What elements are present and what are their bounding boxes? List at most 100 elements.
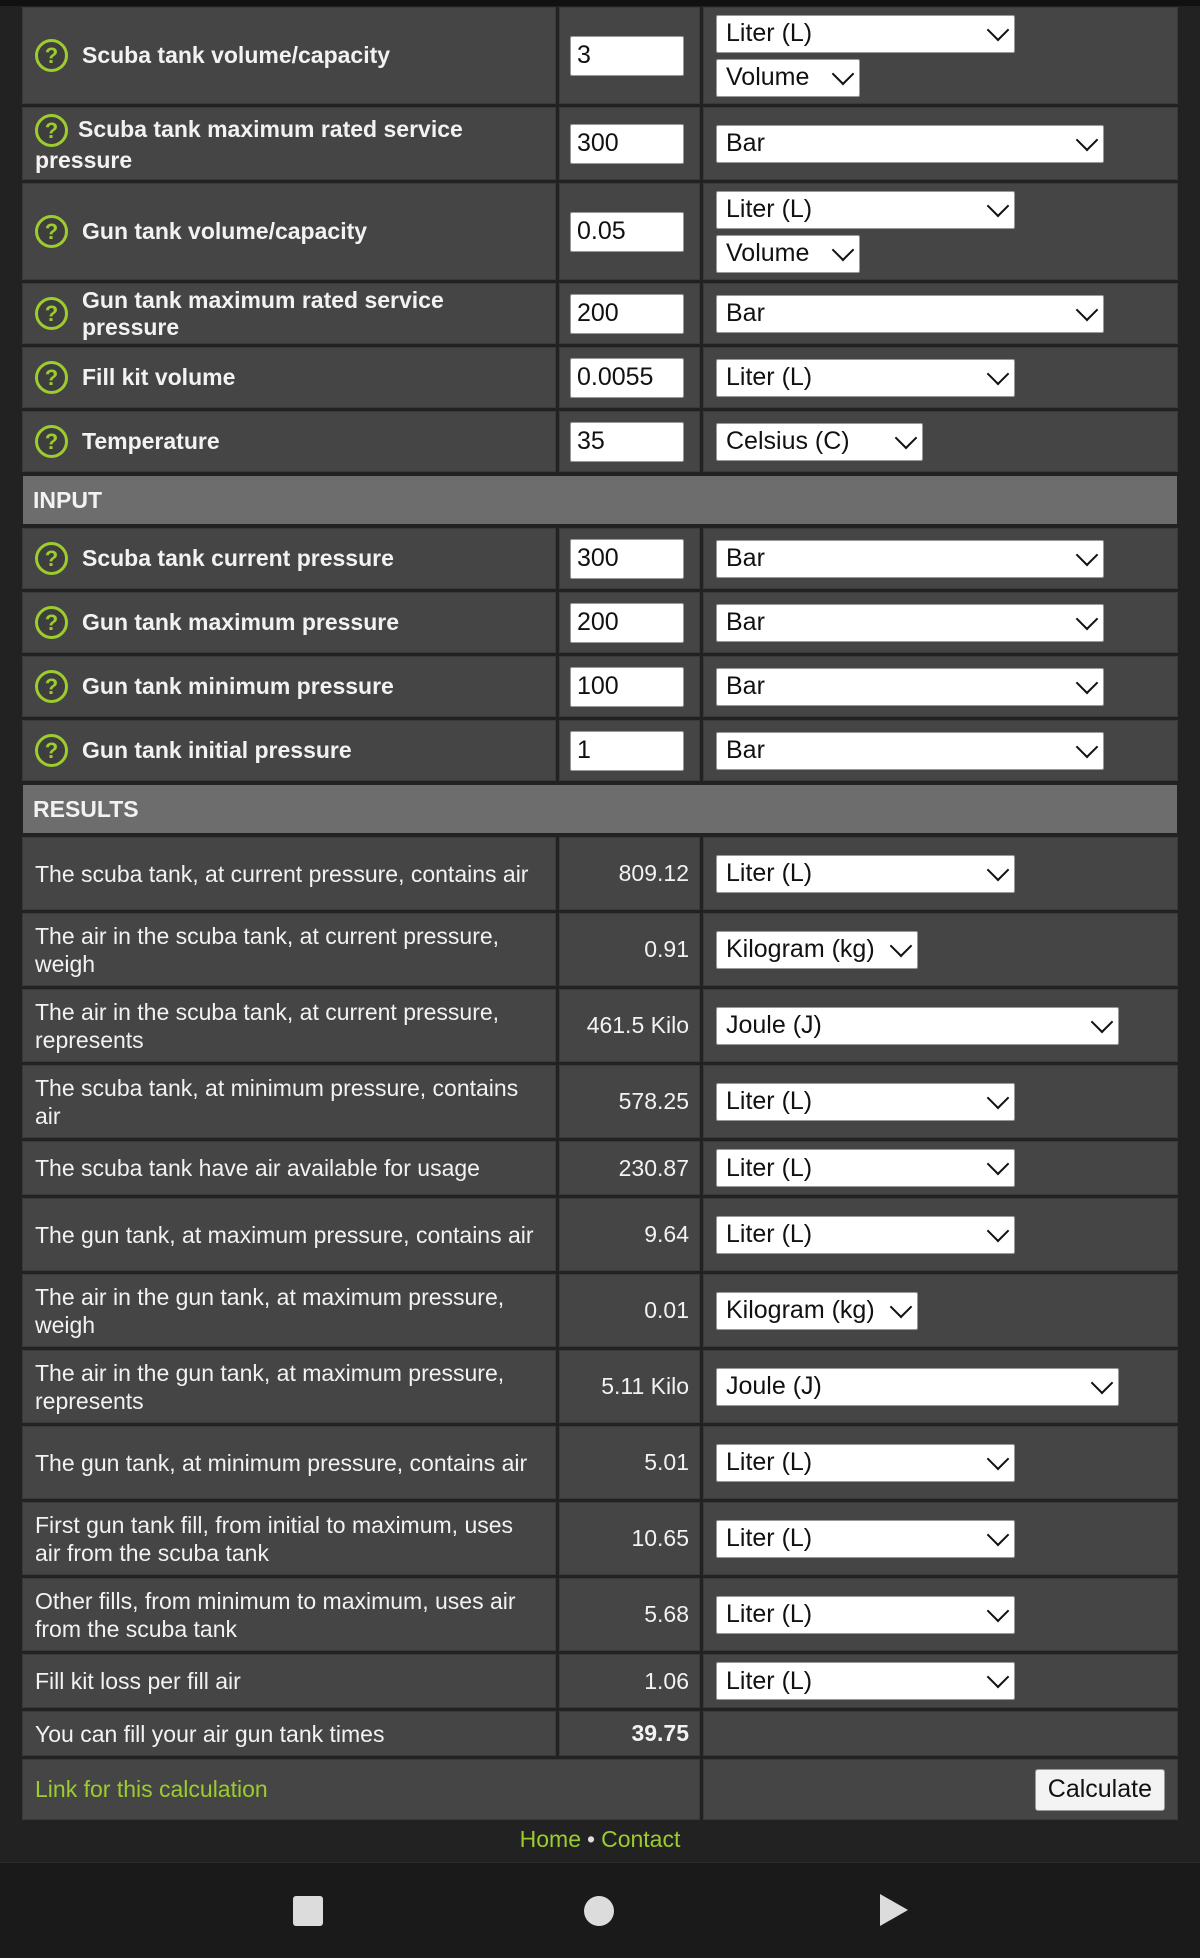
final-value-cell: 39.75 <box>559 1711 700 1756</box>
unit-select[interactable]: Liter (L) <box>716 14 1015 53</box>
scuba-max-pressure-input[interactable] <box>570 123 684 164</box>
fill-kit-volume-input[interactable] <box>570 357 684 398</box>
mode-select[interactable]: Volume <box>716 58 860 97</box>
help-icon[interactable]: ? <box>35 361 68 394</box>
result-row: The gun tank, at maximum pressure, conta… <box>22 1198 1178 1271</box>
result-value: 1.06 <box>644 1667 689 1694</box>
unit-select[interactable]: Liter (L) <box>716 854 1015 893</box>
unit-select[interactable]: Joule (J) <box>716 1006 1119 1045</box>
input-row: ? Gun tank minimum pressure Bar <box>22 656 1178 717</box>
unit-select[interactable]: Bar <box>716 731 1104 770</box>
result-value-cell: 10.65 <box>559 1502 700 1575</box>
result-value: 461.5 Kilo <box>586 1012 689 1038</box>
result-unit-cell: Liter (L) <box>703 1578 1178 1651</box>
help-icon[interactable]: ? <box>35 734 68 767</box>
help-icon[interactable]: ? <box>35 114 68 147</box>
help-icon[interactable]: ? <box>35 215 68 248</box>
chevron-down-icon <box>986 1086 1010 1109</box>
help-icon[interactable]: ? <box>35 670 68 703</box>
select-value: Liter (L) <box>726 1153 813 1182</box>
config-row: ? Scuba tank maximum rated service pressu… <box>22 107 1178 180</box>
help-icon[interactable]: ? <box>35 39 68 72</box>
unit-select[interactable]: Liter (L) <box>716 1519 1015 1558</box>
input-unit-cell: Bar <box>703 720 1178 781</box>
help-icon[interactable]: ? <box>35 425 68 458</box>
result-value: 230.87 <box>618 1154 689 1181</box>
unit-select[interactable]: Liter (L) <box>716 1215 1015 1254</box>
select-value: Volume <box>726 239 810 267</box>
unit-select[interactable]: Liter (L) <box>716 1595 1015 1634</box>
select-value: Joule (J) <box>726 1011 822 1039</box>
unit-select[interactable]: Bar <box>716 667 1104 706</box>
unit-select[interactable]: Kilogram (kg) <box>716 930 918 969</box>
chevron-down-icon <box>894 426 918 449</box>
unit-select[interactable]: Joule (J) <box>716 1367 1119 1406</box>
unit-select[interactable]: Liter (L) <box>716 358 1015 397</box>
result-label: The scuba tank, at current pressure, con… <box>35 860 529 887</box>
result-row: The scuba tank, at minimum pressure, con… <box>22 1065 1178 1138</box>
gun-minimum-pressure-input[interactable] <box>570 666 684 707</box>
result-row: First gun tank fill, from initial to max… <box>22 1502 1178 1575</box>
field-label: Scuba tank current pressure <box>82 545 394 571</box>
help-icon[interactable]: ? <box>35 297 68 330</box>
help-icon[interactable]: ? <box>35 542 68 575</box>
calculation-link[interactable]: Link for this calculation <box>35 1776 268 1803</box>
unit-select[interactable]: Liter (L) <box>716 1662 1015 1700</box>
select-value: Liter (L) <box>726 1524 813 1552</box>
chevron-down-icon <box>986 1152 1010 1176</box>
field-label: Scuba tank maximum rated service pressur… <box>35 115 463 173</box>
result-value-cell: 578.25 <box>559 1065 700 1138</box>
help-icon[interactable]: ? <box>35 606 68 639</box>
field-label: Scuba tank volume/capacity <box>82 42 391 68</box>
unit-select[interactable]: Liter (L) <box>716 190 1015 229</box>
config-row: ? Gun tank maximum rated service pressur… <box>22 283 1178 344</box>
unit-select[interactable]: Bar <box>716 539 1104 578</box>
result-label-cell: The air in the gun tank, at maximum pres… <box>22 1350 556 1423</box>
scuba-volume-input[interactable] <box>570 35 684 76</box>
field-label: Fill kit volume <box>82 364 236 390</box>
top-strip <box>0 0 1200 6</box>
select-value: Bar <box>726 544 765 572</box>
unit-select[interactable]: Liter (L) <box>716 1082 1015 1121</box>
result-row: The gun tank, at minimum pressure, conta… <box>22 1426 1178 1499</box>
select-value: Liter (L) <box>726 859 813 887</box>
input-unit-cell: Bar <box>703 656 1178 717</box>
contact-link[interactable]: Contact <box>601 1826 680 1852</box>
nav-recents-icon[interactable] <box>293 1896 323 1926</box>
unit-select[interactable]: Bar <box>716 294 1104 333</box>
result-row: The air in the scuba tank, at current pr… <box>22 989 1178 1062</box>
field-label: Gun tank initial pressure <box>82 737 352 763</box>
unit-select[interactable]: Bar <box>716 603 1104 642</box>
result-unit-cell: Kilogram (kg) <box>703 1274 1178 1347</box>
unit-select[interactable]: Liter (L) <box>716 1149 1015 1187</box>
gun-initial-pressure-input[interactable] <box>570 730 684 771</box>
unit-select[interactable]: Celsius (C) <box>716 422 923 461</box>
select-value: Liter (L) <box>726 1087 813 1115</box>
gun-max-pressure-input[interactable] <box>570 293 684 334</box>
unit-select[interactable]: Bar <box>716 124 1104 163</box>
input-section-header: INPUT <box>23 476 1177 524</box>
nav-home-icon[interactable] <box>584 1896 614 1926</box>
mode-select[interactable]: Volume <box>716 234 860 273</box>
calculate-button[interactable]: Calculate <box>1034 1768 1165 1811</box>
unit-select[interactable]: Liter (L) <box>716 1443 1015 1482</box>
gun-volume-input[interactable] <box>570 211 684 252</box>
nav-back-icon[interactable] <box>880 1894 908 1926</box>
result-unit-cell: Liter (L) <box>703 837 1178 910</box>
input-row: ? Gun tank initial pressure Bar <box>22 720 1178 781</box>
scuba-current-pressure-input[interactable] <box>570 538 684 579</box>
unit-select[interactable]: Kilogram (kg) <box>716 1291 918 1330</box>
result-label-cell: The air in the scuba tank, at current pr… <box>22 989 556 1062</box>
result-label-cell: The gun tank, at maximum pressure, conta… <box>22 1198 556 1271</box>
config-unit-cell: Liter (L) Volume <box>703 7 1178 104</box>
result-label-cell: The air in the gun tank, at maximum pres… <box>22 1274 556 1347</box>
result-unit-cell: Liter (L) <box>703 1654 1178 1708</box>
result-value: 578.25 <box>618 1088 689 1114</box>
home-link[interactable]: Home <box>520 1826 581 1852</box>
input-unit-cell: Bar <box>703 592 1178 653</box>
temperature-input[interactable] <box>570 421 684 462</box>
gun-maximum-pressure-input[interactable] <box>570 602 684 643</box>
chevron-down-icon <box>889 1295 913 1318</box>
result-value: 5.68 <box>644 1601 689 1627</box>
final-value: 39.75 <box>631 1720 689 1746</box>
